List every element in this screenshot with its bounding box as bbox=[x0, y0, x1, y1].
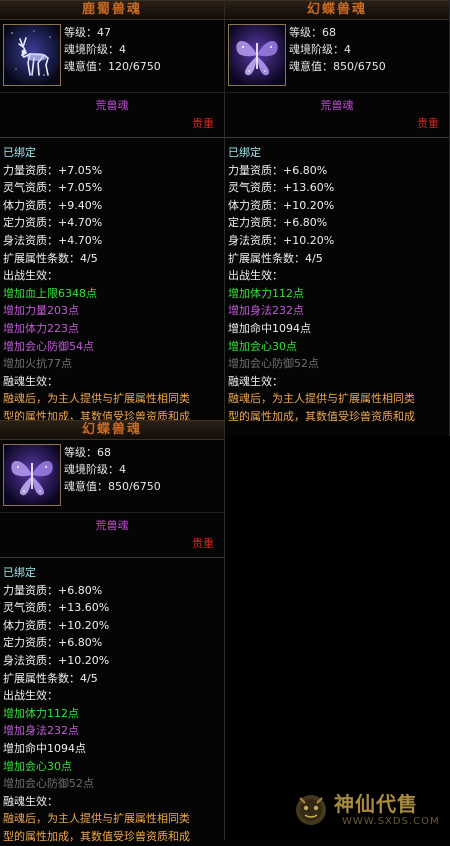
item-soul-value: 魂意值：120/6750 bbox=[64, 60, 161, 73]
attribute-line: 增加火抗77点 bbox=[3, 357, 72, 371]
tooltip-title-bar: 幻蝶兽魂 bbox=[225, 0, 449, 20]
item-soul-value: 魂意值：850/6750 bbox=[289, 60, 386, 73]
attribute-line: 灵气资质：+13.60% bbox=[228, 181, 335, 195]
rarity-label: 贵重 bbox=[192, 537, 214, 550]
attribute-line: 扩展属性条数：4/5 bbox=[3, 671, 98, 685]
attribute-line: 体力资质：+10.20% bbox=[3, 618, 110, 632]
item-level: 等级：68 bbox=[289, 26, 336, 39]
site-watermark: 神仙代售 WWW.SXDS.COM bbox=[292, 788, 448, 836]
item-title: 幻蝶兽魂 bbox=[81, 422, 142, 437]
watermark-url: WWW.SXDS.COM bbox=[342, 816, 440, 827]
butterfly-spirit-icon bbox=[3, 444, 61, 506]
tooltip-body: 已绑定 力量资质：+6.80% 灵气资质：+13.60% 体力资质：+10.20% 定… bbox=[0, 558, 224, 846]
tooltip-subheader: 荒兽魂 贵重 bbox=[0, 512, 224, 558]
bound-status: 已绑定 bbox=[3, 146, 36, 159]
bound-status: 已绑定 bbox=[3, 566, 36, 579]
attribute-line: 增加身法232点 bbox=[3, 724, 79, 738]
attribute-line: 灵气资质：+7.05% bbox=[3, 181, 103, 195]
attribute-line: 力量资质：+6.80% bbox=[228, 163, 328, 177]
attribute-line: 扩展属性条数：4/5 bbox=[228, 251, 323, 265]
attribute-line: 增加会心防御52点 bbox=[228, 357, 319, 371]
item-stats: 等级：68 魂境阶级：4 魂意值：850/6750 bbox=[289, 24, 447, 75]
tooltip-subheader: 荒兽魂 贵重 bbox=[0, 92, 224, 138]
attribute-line: 增加会心30点 bbox=[228, 339, 297, 353]
attribute-line: 增加身法232点 bbox=[228, 304, 304, 318]
item-level: 等级：47 bbox=[64, 26, 111, 39]
attribute-line: 型的属性加成，其数值受珍兽资质和成 bbox=[228, 409, 415, 423]
attribute-line: 增加力量203点 bbox=[3, 304, 79, 318]
watermark-name: 神仙代售 bbox=[334, 792, 418, 816]
empty-background bbox=[226, 436, 450, 840]
deer-spirit-icon bbox=[3, 24, 61, 86]
item-title: 鹿蜀兽魂 bbox=[81, 2, 142, 17]
attribute-line: 出战生效： bbox=[3, 269, 58, 283]
soul-kind: 荒兽魂 bbox=[320, 99, 354, 112]
attribute-line: 灵气资质：+13.60% bbox=[3, 601, 110, 615]
attribute-line: 身法资质：+4.70% bbox=[3, 233, 103, 247]
attribute-line: 融魂生效： bbox=[3, 794, 58, 808]
attribute-line: 增加体力223点 bbox=[3, 321, 79, 335]
soul-kind: 荒兽魂 bbox=[95, 99, 129, 112]
tooltip-subheader: 荒兽魂 贵重 bbox=[225, 92, 449, 138]
tooltip-header: 等级：47 魂境阶级：4 魂意值：120/6750 bbox=[0, 20, 224, 92]
item-stage: 魂境阶级：4 bbox=[64, 43, 126, 56]
bound-status: 已绑定 bbox=[228, 146, 261, 159]
soul-kind: 荒兽魂 bbox=[95, 519, 129, 532]
tooltip-body: 已绑定 力量资质：+7.05% 灵气资质：+7.05% 体力资质：+9.40% 定力资… bbox=[0, 138, 224, 426]
attribute-line: 增加会心防御52点 bbox=[3, 777, 94, 791]
item-stage: 魂境阶级：4 bbox=[289, 43, 351, 56]
attribute-line: 身法资质：+10.20% bbox=[228, 233, 335, 247]
tooltip-title-bar: 鹿蜀兽魂 bbox=[0, 0, 224, 20]
item-level: 等级：68 bbox=[64, 446, 111, 459]
attribute-line: 型的属性加成，其数值受珍兽资质和成 bbox=[3, 829, 190, 843]
item-stats: 等级：47 魂境阶级：4 魂意值：120/6750 bbox=[64, 24, 222, 75]
attribute-line: 增加命中1094点 bbox=[3, 741, 86, 755]
tooltip-panel-huandie: 幻蝶兽魂 等级：68 魂境阶级：4 魂意值：850/6750 荒兽魂 贵重 已绑… bbox=[225, 0, 450, 436]
tooltip-title-bar: 幻蝶兽魂 bbox=[0, 420, 224, 440]
attribute-line: 体力资质：+10.20% bbox=[228, 198, 335, 212]
attribute-line: 出战生效： bbox=[228, 269, 283, 283]
attribute-line: 定力资质：+6.80% bbox=[3, 636, 103, 650]
item-stats: 等级：68 魂境阶级：4 魂意值：850/6750 bbox=[64, 444, 222, 495]
attribute-list: 力量资质：+6.80% 灵气资质：+13.60% 体力资质：+10.20% 定力资质：… bbox=[3, 582, 224, 846]
tooltip-body: 已绑定 力量资质：+6.80% 灵气资质：+13.60% 体力资质：+10.20% 定… bbox=[225, 138, 449, 426]
attribute-line: 体力资质：+9.40% bbox=[3, 198, 103, 212]
attribute-line: 增加会心防御54点 bbox=[3, 339, 94, 353]
butterfly-spirit-icon bbox=[228, 24, 286, 86]
item-stage: 魂境阶级：4 bbox=[64, 463, 126, 476]
attribute-line: 增加命中1094点 bbox=[228, 321, 311, 335]
tooltip-header: 等级：68 魂境阶级：4 魂意值：850/6750 bbox=[0, 440, 224, 512]
attribute-line: 融魂生效： bbox=[3, 374, 58, 388]
rarity-label: 贵重 bbox=[417, 117, 439, 130]
attribute-line: 力量资质：+7.05% bbox=[3, 163, 103, 177]
attribute-line: 定力资质：+4.70% bbox=[3, 216, 103, 230]
attribute-line: 出战生效： bbox=[3, 689, 58, 703]
attribute-line: 增加体力112点 bbox=[228, 286, 304, 300]
item-title: 幻蝶兽魂 bbox=[306, 2, 367, 17]
attribute-list: 力量资质：+7.05% 灵气资质：+7.05% 体力资质：+9.40% 定力资质：+4… bbox=[3, 162, 224, 426]
rarity-label: 贵重 bbox=[192, 117, 214, 130]
attribute-list: 力量资质：+6.80% 灵气资质：+13.60% 体力资质：+10.20% 定力资质：… bbox=[228, 162, 449, 426]
attribute-line: 增加血上限6348点 bbox=[3, 286, 97, 300]
tooltip-header: 等级：68 魂境阶级：4 魂意值：850/6750 bbox=[225, 20, 449, 92]
attribute-line: 增加会心30点 bbox=[3, 759, 72, 773]
attribute-line: 增加体力112点 bbox=[3, 706, 79, 720]
tooltip-panel-lushu: 鹿蜀兽魂 等级：47 魂境阶级：4 魂意值：120/6750 荒兽魂 贵重 已绑… bbox=[0, 0, 225, 436]
tooltip-panel-huandie-2: 幻蝶兽魂 等级：68 魂境阶级：4 魂意值：850/6750 荒兽魂 贵重 已绑… bbox=[0, 420, 225, 843]
item-soul-value: 魂意值：850/6750 bbox=[64, 480, 161, 493]
attribute-line: 力量资质：+6.80% bbox=[3, 583, 103, 597]
attribute-line: 扩展属性条数：4/5 bbox=[3, 251, 98, 265]
sxds-mascot-logo bbox=[292, 790, 330, 828]
attribute-line: 定力资质：+6.80% bbox=[228, 216, 328, 230]
attribute-line: 融魂后，为主人提供与扩展属性相同类 bbox=[3, 392, 190, 406]
attribute-line: 融魂后，为主人提供与扩展属性相同类 bbox=[3, 812, 190, 826]
attribute-line: 融魂生效： bbox=[228, 374, 283, 388]
attribute-line: 身法资质：+10.20% bbox=[3, 653, 110, 667]
attribute-line: 融魂后，为主人提供与扩展属性相同类 bbox=[228, 392, 415, 406]
